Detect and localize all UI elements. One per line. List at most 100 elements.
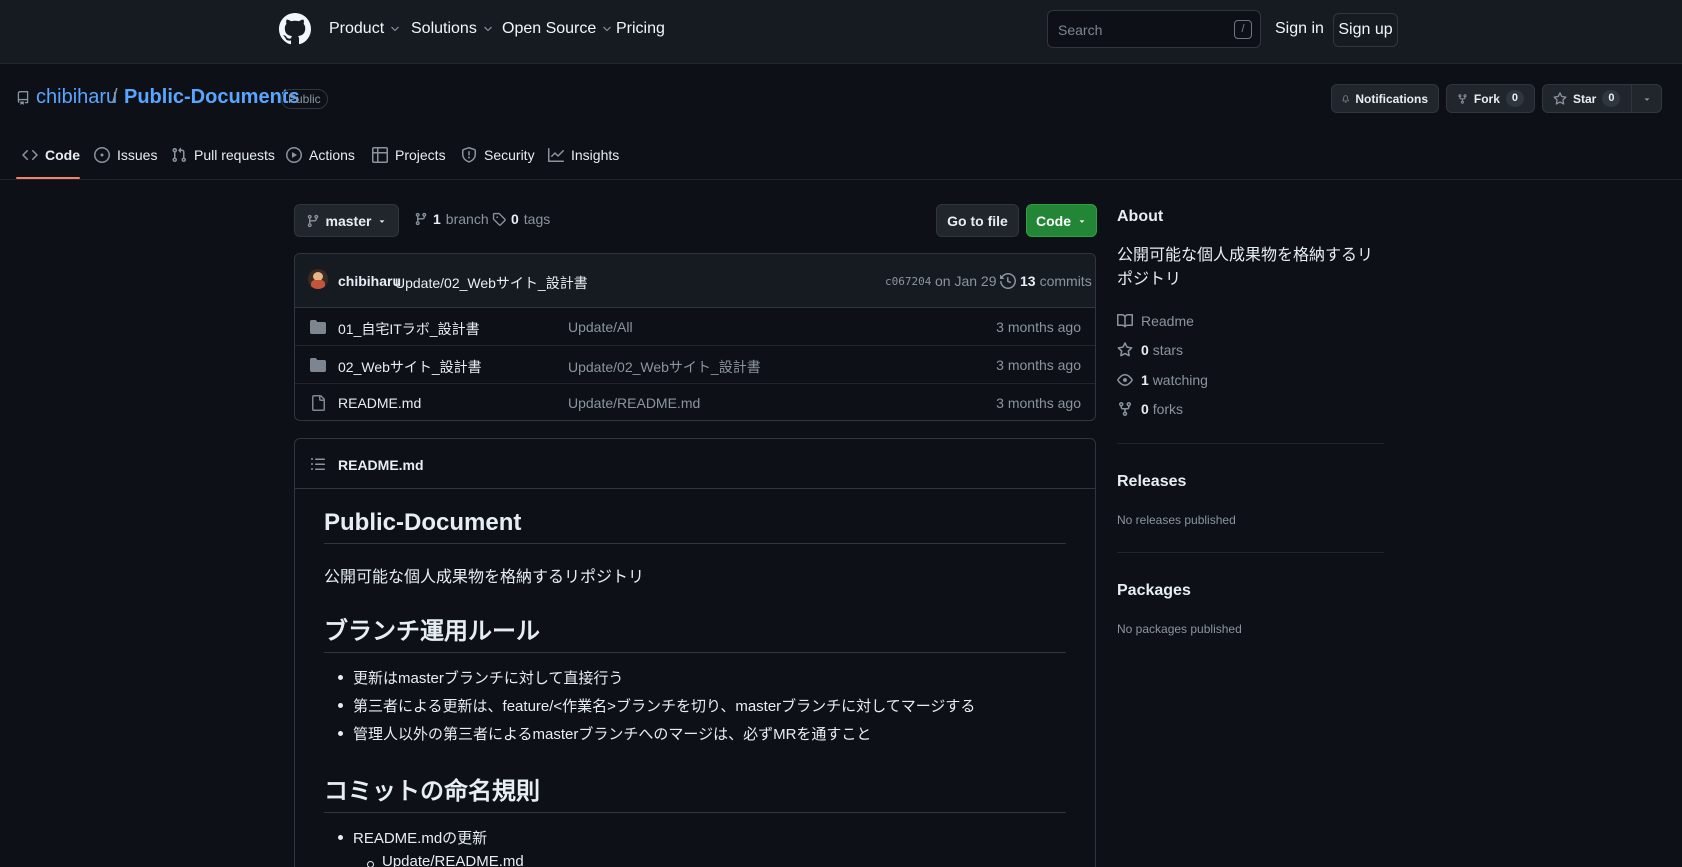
list-item: 更新はmasterブランチに対して直接行う <box>337 667 623 688</box>
readme-heading-branch-rules: ブランチ運用ルール <box>324 611 1066 653</box>
code-button-label: Code <box>1036 212 1071 229</box>
tab-code[interactable]: Code <box>22 147 80 163</box>
nav-product[interactable]: Product <box>329 20 401 38</box>
commit-message[interactable]: Update/02_Webサイト_設計書 <box>395 273 588 293</box>
file-commit-message[interactable]: Update/README.md <box>568 395 700 411</box>
search-shortcut-key: / <box>1234 20 1252 39</box>
watching-link[interactable]: 1 watching <box>1117 372 1208 388</box>
file-row[interactable]: README.md Update/README.md 3 months ago <box>295 384 1095 420</box>
tab-insights[interactable]: Insights <box>548 147 619 163</box>
list-item: 第三者による更新は、feature/<作業名>ブランチを切り、masterブラン… <box>337 695 975 716</box>
branch-select-button[interactable]: master <box>294 204 399 237</box>
search-placeholder: Search <box>1058 22 1103 38</box>
readme-filename[interactable]: README.md <box>338 457 424 473</box>
file-name[interactable]: 02_Webサイト_設計書 <box>338 357 482 377</box>
tab-actions-label: Actions <box>309 147 355 163</box>
tag-icon <box>492 212 506 226</box>
nav-pricing[interactable]: Pricing <box>616 20 665 38</box>
notifications-button[interactable]: Notifications <box>1331 84 1439 113</box>
star-count: 0 <box>1602 90 1621 107</box>
commits-history-link[interactable]: 13 commits <box>1000 273 1092 289</box>
repo-tabs: Code Issues Pull requests Actions Projec… <box>0 134 1682 180</box>
tab-security-label: Security <box>484 147 535 163</box>
file-row[interactable]: 01_自宅ITラボ_設計書 Update/All 3 months ago <box>295 308 1095 346</box>
releases-empty-text: No releases published <box>1117 513 1236 527</box>
pull-request-icon <box>172 147 187 163</box>
star-button[interactable]: Star 0 <box>1542 84 1632 113</box>
divider <box>1117 443 1384 444</box>
git-branch-icon <box>307 214 318 227</box>
watching-label: watching <box>1152 372 1208 388</box>
branch-name: master <box>325 212 372 229</box>
readme-link-label: Readme <box>1141 313 1194 329</box>
file-name[interactable]: 01_自宅ITラボ_設計書 <box>338 319 480 339</box>
tab-projects-label: Projects <box>395 147 446 163</box>
fork-button[interactable]: Fork 0 <box>1446 84 1535 113</box>
readme-title: Public-Document <box>324 509 1066 544</box>
code-icon <box>22 149 38 161</box>
fork-icon <box>1119 402 1131 417</box>
about-description: 公開可能な個人成果物を格納するリポジトリ <box>1117 247 1374 288</box>
releases-heading[interactable]: Releases <box>1117 473 1186 491</box>
tab-issues[interactable]: Issues <box>94 147 157 163</box>
commit-hash[interactable]: c067204 <box>885 275 931 288</box>
forks-link[interactable]: 0 forks <box>1117 401 1183 417</box>
stars-link[interactable]: 0 stars <box>1117 342 1183 358</box>
list-unordered-icon[interactable] <box>310 456 326 472</box>
avatar[interactable] <box>308 269 328 289</box>
notifications-label: Notifications <box>1355 91 1428 106</box>
file-commit-message[interactable]: Update/02_Webサイト_設計書 <box>568 357 761 377</box>
repo-path-separator: / <box>112 86 118 108</box>
tab-projects[interactable]: Projects <box>372 147 446 163</box>
file-commit-message[interactable]: Update/All <box>568 319 633 335</box>
global-header: Product Solutions Open Source Pricing Se… <box>0 0 1682 64</box>
readme-heading-commit-rules: コミットの命名規則 <box>324 771 1066 813</box>
tags-link[interactable]: 0 tags <box>492 211 550 227</box>
book-icon <box>1117 313 1133 328</box>
nav-solutions-label: Solutions <box>411 20 477 37</box>
tab-actions[interactable]: Actions <box>286 147 355 163</box>
stars-count: 0 <box>1141 342 1149 358</box>
forks-label: forks <box>1152 401 1184 417</box>
file-name[interactable]: README.md <box>338 395 421 411</box>
go-to-file-button[interactable]: Go to file <box>936 204 1019 237</box>
visibility-badge: Public <box>281 89 328 109</box>
shield-icon <box>462 147 476 163</box>
readme-link[interactable]: Readme <box>1117 313 1194 329</box>
file-age: 3 months ago <box>996 319 1081 335</box>
folder-icon <box>310 358 326 372</box>
nav-solutions[interactable]: Solutions <box>411 20 494 38</box>
code-download-button[interactable]: Code <box>1026 204 1097 237</box>
sign-up-button[interactable]: Sign up <box>1333 13 1398 47</box>
github-logo-icon[interactable] <box>279 13 311 45</box>
file-icon <box>312 395 325 411</box>
star-dropdown-button[interactable] <box>1631 84 1662 113</box>
git-branch-icon <box>415 212 427 226</box>
graph-icon <box>548 148 564 162</box>
fork-label: Fork <box>1473 91 1500 106</box>
nav-open-source[interactable]: Open Source <box>502 20 613 38</box>
file-age: 3 months ago <box>996 395 1081 411</box>
star-label: Star <box>1573 91 1597 106</box>
search-input[interactable]: Search / <box>1047 10 1261 48</box>
folder-icon <box>310 320 326 334</box>
packages-heading[interactable]: Packages <box>1117 582 1191 600</box>
go-to-file-label: Go to file <box>947 212 1008 229</box>
commits-count: 13 <box>1020 273 1036 289</box>
repo-owner-link[interactable]: chibiharu <box>36 86 117 109</box>
tab-pull-requests[interactable]: Pull requests <box>171 147 275 163</box>
file-row[interactable]: 02_Webサイト_設計書 Update/02_Webサイト_設計書 3 mon… <box>295 346 1095 384</box>
sign-in-link[interactable]: Sign in <box>1275 20 1324 38</box>
chevron-down-icon <box>484 26 492 32</box>
commit-author[interactable]: chibiharu <box>338 273 401 289</box>
commit-date: on Jan 29 <box>935 273 997 289</box>
latest-commit-row: chibiharu Update/02_Webサイト_設計書 c067204 o… <box>295 254 1095 308</box>
list-item: Update/README.md <box>367 853 524 867</box>
fork-count: 0 <box>1505 90 1524 107</box>
tab-security[interactable]: Security <box>461 147 535 163</box>
nav-product-label: Product <box>329 20 385 37</box>
fork-icon <box>1458 93 1467 104</box>
tab-insights-label: Insights <box>571 147 620 163</box>
repo-name-link[interactable]: Public-Documents <box>124 86 300 109</box>
branches-link[interactable]: 1 branch <box>414 211 489 227</box>
